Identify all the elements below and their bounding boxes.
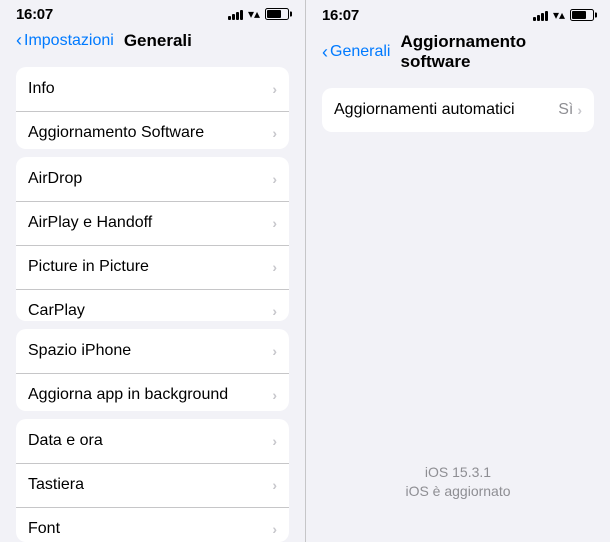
chevron-icon: › [272,125,277,141]
data-ora-label: Data e ora [28,432,103,450]
chevron-icon: › [272,387,277,403]
list-item-data-ora[interactable]: Data e ora › [16,419,289,463]
battery-icon [265,8,289,20]
chevron-icon: › [272,303,277,319]
time-right: 16:07 [322,7,359,24]
font-label: Font [28,520,60,538]
chevron-icon: › [272,259,277,275]
back-chevron-icon: ‹ [322,43,328,61]
list-item-aggiornamento-software[interactable]: Aggiornamento Software › [16,111,289,149]
spazio-iphone-label: Spazio iPhone [28,342,131,360]
aggiorna-app-label: Aggiorna app in background [28,386,228,404]
nav-bar-right: ‹ Generali Aggiornamento software [306,28,610,80]
status-bar-left: 16:07 ▾▴ [0,0,305,27]
left-panel: 16:07 ▾▴ ‹ Impostazioni Generali Info › [0,0,305,542]
aggiornamento-software-label: Aggiornamento Software [28,124,204,142]
airdrop-label: AirDrop [28,170,82,188]
status-icons-left: ▾▴ [228,7,289,21]
carplay-label: CarPlay [28,302,85,320]
list-item-aggiornamenti-automatici[interactable]: Aggiornamenti automatici Sì › [322,88,594,132]
ios-info-section: iOS 15.3.1 iOS è aggiornato [306,132,610,542]
aggiornamenti-automatici-label: Aggiornamenti automatici [334,101,515,119]
list-item-info[interactable]: Info › [16,67,289,111]
chevron-icon: › [577,102,582,118]
page-title-right: Aggiornamento software [400,32,594,72]
ios-status: iOS è aggiornato [405,482,510,502]
chevron-icon: › [272,433,277,449]
status-icons-right: ▾▴ [533,8,594,22]
list-item-font[interactable]: Font › [16,507,289,542]
section-general-3: Spazio iPhone › Aggiorna app in backgrou… [16,329,289,411]
list-item-carplay[interactable]: CarPlay › [16,289,289,321]
chevron-icon: › [272,215,277,231]
chevron-icon: › [272,81,277,97]
section-general-1: Info › Aggiornamento Software › [16,67,289,149]
section-general-4: Data e ora › Tastiera › Font › [16,419,289,542]
battery-icon [570,9,594,21]
chevron-icon: › [272,171,277,187]
signal-icon [228,8,243,20]
list-item-aggiorna-app[interactable]: Aggiorna app in background › [16,373,289,411]
status-bar-right: 16:07 ▾▴ [306,0,610,28]
list-item-spazio-iphone[interactable]: Spazio iPhone › [16,329,289,373]
wifi-icon: ▾▴ [248,7,260,21]
nav-bar-left: ‹ Impostazioni Generali [0,27,305,59]
list-item-airdrop[interactable]: AirDrop › [16,157,289,201]
picture-in-picture-label: Picture in Picture [28,258,149,276]
back-button-right[interactable]: ‹ Generali [322,43,390,61]
list-item-picture-in-picture[interactable]: Picture in Picture › [16,245,289,289]
signal-icon [533,9,548,21]
back-button-left[interactable]: ‹ Impostazioni [16,32,114,50]
chevron-icon: › [272,477,277,493]
list-item-airplay-handoff[interactable]: AirPlay e Handoff › [16,201,289,245]
page-title-left: Generali [124,31,192,51]
tastiera-label: Tastiera [28,476,84,494]
chevron-icon: › [272,521,277,537]
right-panel: 16:07 ▾▴ ‹ Generali Aggiornamento softwa… [305,0,610,542]
back-chevron-icon: ‹ [16,31,22,49]
time-left: 16:07 [16,6,53,23]
wifi-icon: ▾▴ [553,8,565,22]
airplay-handoff-label: AirPlay e Handoff [28,214,152,232]
back-label-left: Impostazioni [24,32,114,50]
ios-version: iOS 15.3.1 [425,463,491,483]
list-item-tastiera[interactable]: Tastiera › [16,463,289,507]
info-label: Info [28,80,55,98]
chevron-icon: › [272,343,277,359]
section-general-2: AirDrop › AirPlay e Handoff › Picture in… [16,157,289,321]
section-updates: Aggiornamenti automatici Sì › [322,88,594,132]
aggiornamenti-automatici-value: Sì [558,101,573,119]
back-label-right: Generali [330,43,390,61]
